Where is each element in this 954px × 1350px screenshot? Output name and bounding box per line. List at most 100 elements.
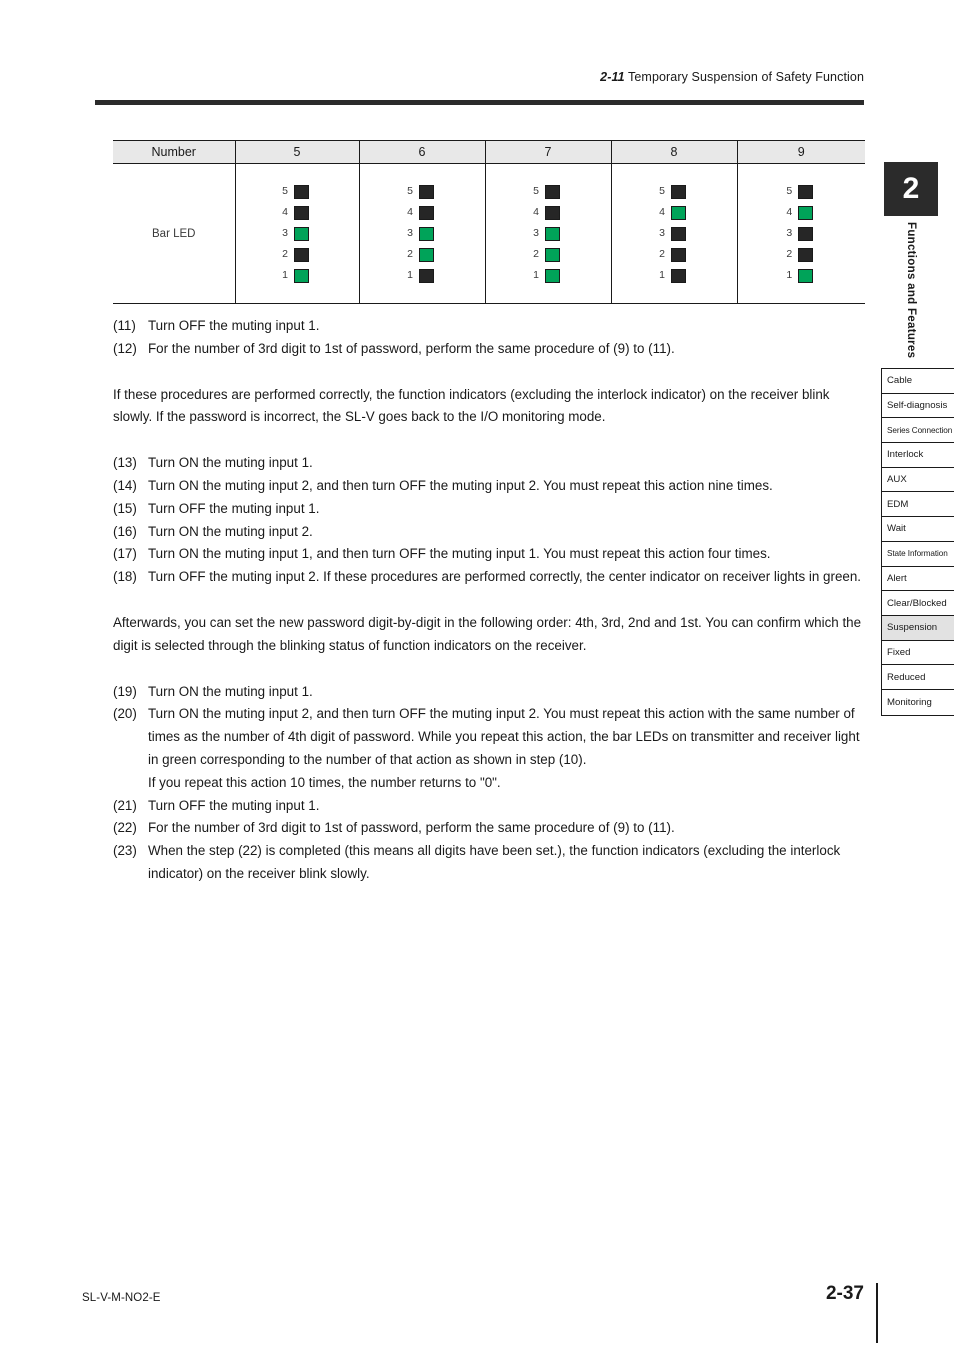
step-text: For the number of 3rd digit to 1st of pa… bbox=[148, 340, 675, 356]
content-column: Number 5 6 7 8 9 Bar LED 5 4 3 2 1 5 4 3… bbox=[113, 140, 865, 886]
led-indicator-off bbox=[671, 247, 686, 262]
header-rule bbox=[95, 100, 864, 105]
step-text: Turn OFF the muting input 1. bbox=[148, 500, 320, 516]
led-indicator-off bbox=[294, 247, 309, 262]
list-item-continuation: If you repeat this action 10 times, the … bbox=[113, 772, 865, 795]
led-stack: 5 4 3 2 1 bbox=[360, 173, 485, 295]
led-index-label: 2 bbox=[533, 248, 539, 261]
sidebar-item-interlock[interactable]: Interlock bbox=[882, 443, 954, 468]
sidebar-item-label: Series Connection bbox=[887, 425, 953, 435]
table-header-col-1: 6 bbox=[358, 140, 486, 164]
list-item: (14) Turn ON the muting input 2, and the… bbox=[113, 475, 865, 498]
list-item: (12) For the number of 3rd digit to 1st … bbox=[113, 338, 865, 361]
step-text: If you repeat this action 10 times, the … bbox=[148, 774, 501, 790]
step-text: Turn ON the muting input 1. bbox=[148, 683, 313, 699]
list-item: (21) Turn OFF the muting input 1. bbox=[113, 795, 865, 818]
led-indicator-off bbox=[671, 184, 686, 199]
led-row: 3 bbox=[278, 226, 316, 241]
chapter-title-text: Functions and Features bbox=[905, 222, 917, 359]
led-index-label: 3 bbox=[659, 227, 665, 240]
sidebar-item-label: Alert bbox=[887, 572, 907, 584]
table-row-label: Bar LED bbox=[113, 163, 236, 304]
led-index-label: 1 bbox=[533, 269, 539, 282]
led-index-label: 5 bbox=[786, 185, 793, 198]
led-cell-9: 5 4 3 2 1 bbox=[736, 163, 865, 304]
led-row: 1 bbox=[278, 268, 316, 283]
led-index-label: 4 bbox=[786, 206, 793, 219]
table-header-col-3: 8 bbox=[610, 140, 738, 164]
list-item: (20) Turn ON the muting input 2, and the… bbox=[113, 703, 865, 771]
sidebar-item-aux[interactable]: AUX bbox=[882, 468, 954, 493]
step-text: Turn OFF the muting input 1. bbox=[148, 318, 320, 333]
led-indicator-off bbox=[545, 205, 560, 220]
sidebar-item-label: Monitoring bbox=[887, 696, 932, 708]
step-marker: (18) bbox=[113, 569, 137, 585]
sidebar-item-wait[interactable]: Wait bbox=[882, 517, 954, 542]
footer-document-code: SL-V-M-NO2-E bbox=[82, 1292, 161, 1304]
led-index-label: 3 bbox=[282, 227, 288, 240]
led-index-label: 5 bbox=[407, 185, 413, 198]
led-index-label: 1 bbox=[282, 269, 288, 282]
steps-list-1: (11) Turn OFF the muting input 1. (12) F… bbox=[113, 315, 865, 361]
sidebar-item-label: Fixed bbox=[887, 646, 911, 658]
led-row: 3 bbox=[403, 226, 441, 241]
list-item: (13) Turn ON the muting input 1. bbox=[113, 452, 865, 475]
step-text: Turn ON the muting input 1. bbox=[148, 455, 313, 471]
led-index-label: 4 bbox=[407, 206, 413, 219]
led-index-label: 2 bbox=[659, 248, 665, 261]
running-header: 2-11 Temporary Suspension of Safety Func… bbox=[95, 70, 864, 84]
table-header-col-0: 5 bbox=[234, 140, 360, 164]
led-row: 2 bbox=[529, 247, 567, 262]
list-item: (23) When the step (22) is completed (th… bbox=[113, 840, 865, 886]
sidebar-item-label: Interlock bbox=[887, 449, 924, 461]
step-marker: (14) bbox=[113, 477, 137, 493]
chapter-number-tab: 2 bbox=[884, 162, 938, 216]
led-index-label: 1 bbox=[786, 269, 793, 282]
sidebar-item-edm[interactable]: EDM bbox=[882, 492, 954, 518]
led-index-label: 5 bbox=[659, 185, 665, 198]
led-row: 5 bbox=[529, 184, 567, 199]
sidebar-item-label: Clear/Blocked bbox=[887, 597, 947, 609]
sidebar-item-alert[interactable]: Alert bbox=[882, 567, 954, 592]
led-index-label: 4 bbox=[282, 206, 288, 219]
led-row: 5 bbox=[655, 184, 693, 199]
step-marker: (17) bbox=[113, 546, 137, 562]
led-row: 4 bbox=[278, 205, 316, 220]
sidebar-item-state-information[interactable]: State Information bbox=[882, 542, 954, 567]
step-marker: (11) bbox=[113, 318, 136, 333]
step-marker: (20) bbox=[113, 706, 137, 722]
paragraph-password-result: If these procedures are performed correc… bbox=[113, 386, 830, 425]
sidebar-item-reduced[interactable]: Reduced bbox=[882, 665, 954, 690]
sidebar-item-series-connection[interactable]: Series Connection bbox=[882, 418, 954, 444]
led-stack: 5 4 3 2 1 bbox=[486, 173, 611, 295]
led-indicator-on bbox=[545, 268, 560, 283]
step-text: Turn ON the muting input 2, and then tur… bbox=[148, 477, 773, 493]
sidebar-item-cable[interactable]: Cable bbox=[882, 369, 954, 394]
led-stack: 5 4 3 2 1 bbox=[236, 173, 359, 295]
sidebar-item-fixed[interactable]: Fixed bbox=[882, 641, 954, 666]
sidebar-item-label: EDM bbox=[887, 498, 909, 510]
list-item: (17) Turn ON the muting input 1, and the… bbox=[113, 543, 865, 566]
led-indicator-off bbox=[419, 184, 434, 199]
led-row: 4 bbox=[655, 205, 693, 220]
led-index-label: 3 bbox=[533, 227, 539, 240]
table-header-row: Number 5 6 7 8 9 bbox=[113, 140, 865, 164]
led-row: 2 bbox=[782, 247, 820, 262]
led-indicator-off bbox=[798, 184, 814, 199]
sidebar-item-label: Reduced bbox=[887, 671, 926, 683]
step-marker: (13) bbox=[113, 455, 137, 471]
footer-rule bbox=[876, 1283, 878, 1343]
step-marker: (15) bbox=[113, 500, 137, 516]
sidebar-item-suspension[interactable]: Suspension bbox=[882, 615, 954, 641]
led-indicator-on bbox=[294, 226, 309, 241]
table-header-number: Number bbox=[113, 140, 236, 164]
led-indicator-off bbox=[545, 184, 560, 199]
sidebar-item-monitoring[interactable]: Monitoring bbox=[882, 690, 954, 715]
table-row: Bar LED 5 4 3 2 1 5 4 3 2 1 5 4 3 2 1 5 … bbox=[113, 163, 865, 304]
sidebar-item-clear-blocked[interactable]: Clear/Blocked bbox=[882, 591, 954, 616]
step-text: Turn OFF the muting input 1. bbox=[148, 797, 320, 813]
led-indicator-on bbox=[419, 247, 434, 262]
led-indicator-on bbox=[545, 247, 560, 262]
sidebar-item-self-diagnosis[interactable]: Self-diagnosis bbox=[882, 394, 954, 419]
